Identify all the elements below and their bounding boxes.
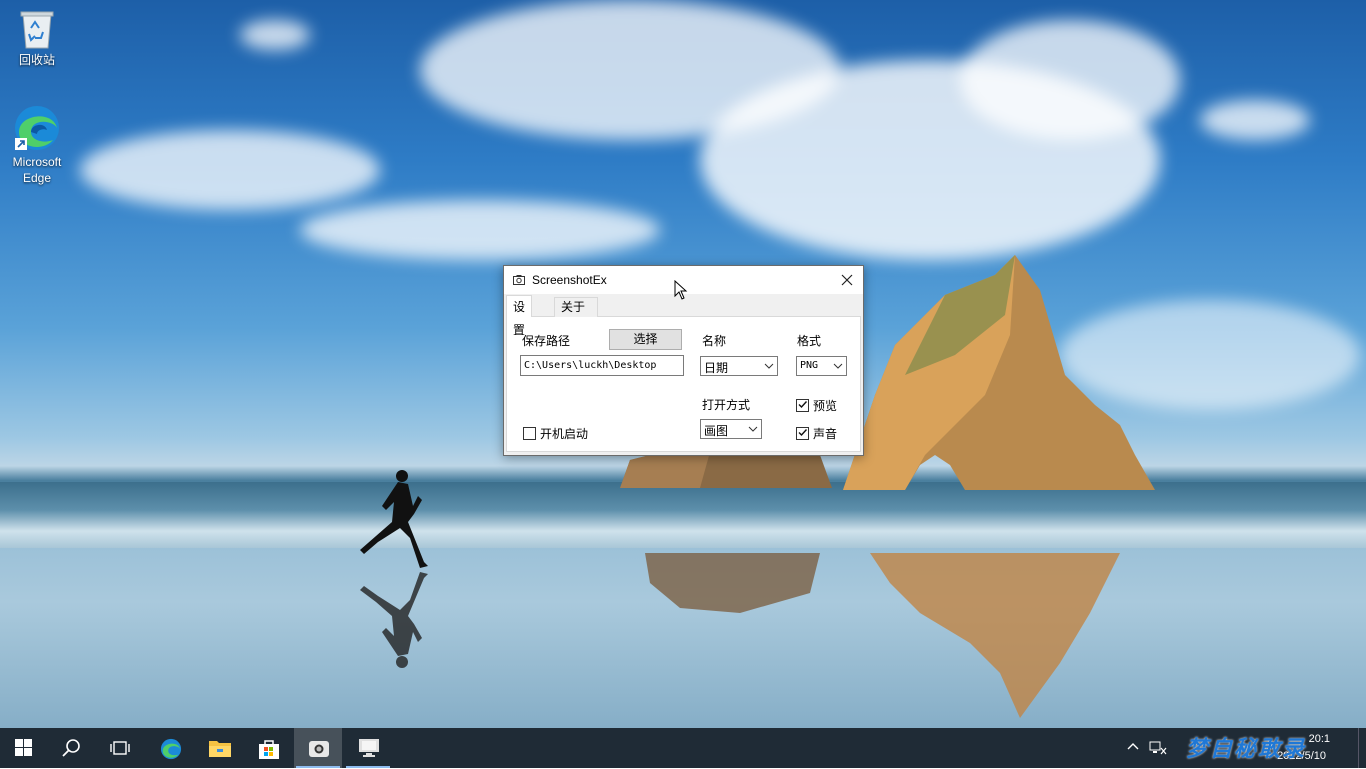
close-button[interactable]: [831, 266, 863, 294]
taskbar-screenshotex[interactable]: [294, 728, 342, 768]
checkmark-icon: [798, 429, 808, 437]
recycle-bin-label: 回收站: [18, 53, 55, 67]
runner-reflection: [360, 572, 428, 668]
taskbar-file-explorer[interactable]: [195, 728, 243, 768]
app-camera-icon: [513, 275, 525, 285]
edge-icon: [15, 106, 59, 150]
cloud: [80, 130, 380, 210]
search-button[interactable]: [48, 728, 96, 768]
close-icon: [841, 274, 853, 286]
format-select[interactable]: PNG: [796, 356, 847, 376]
open-with-select[interactable]: 画图: [700, 419, 762, 439]
settings-panel: 保存路径 选择 C:\Users\luckh\Desktop 名称 日期 格式 …: [506, 316, 861, 452]
taskbar-edge[interactable]: [146, 728, 194, 768]
cloud: [1200, 100, 1310, 140]
edge-shortcut[interactable]: Microsoft Edge: [2, 104, 72, 186]
tab-settings[interactable]: 设置: [506, 295, 533, 337]
start-button[interactable]: [0, 728, 48, 768]
save-path-field[interactable]: C:\Users\luckh\Desktop: [520, 355, 684, 376]
mouse-cursor-icon: [674, 280, 688, 300]
monitor-app-icon: [359, 739, 379, 757]
recycle-bin-shortcut[interactable]: 回收站: [2, 6, 72, 68]
save-path-label: 保存路径: [522, 334, 571, 348]
cloud: [300, 200, 660, 260]
chevron-down-icon: [748, 426, 758, 432]
sound-label: 声音: [813, 427, 838, 441]
name-select-value: 日期: [704, 361, 729, 375]
rock-arch-reflection: [870, 553, 1120, 718]
store-icon: [259, 740, 279, 759]
clock-time: 20:1: [1308, 733, 1330, 745]
name-label: 名称: [702, 334, 727, 348]
cloud: [960, 20, 1180, 140]
taskbar-monitor-app[interactable]: [344, 728, 392, 768]
choose-button[interactable]: 选择: [609, 329, 682, 350]
format-select-value: PNG: [800, 360, 819, 371]
checkbox-box: [523, 427, 536, 440]
watermark-logo: 梦自秘敢录: [1186, 736, 1307, 761]
search-icon: [62, 739, 80, 757]
chevron-down-icon: [833, 363, 843, 369]
runner-silhouette: [360, 470, 428, 568]
open-with-label: 打开方式: [702, 398, 751, 412]
cloud: [240, 20, 310, 50]
name-select[interactable]: 日期: [700, 356, 778, 376]
format-label: 格式: [797, 334, 822, 348]
chevron-down-icon: [764, 363, 774, 369]
taskbar: 20:1 2022/5/10: [0, 728, 1366, 768]
screenshotex-icon: [309, 741, 329, 757]
task-view-button[interactable]: [96, 728, 144, 768]
sea: [0, 482, 1366, 552]
edge-icon: [160, 738, 182, 760]
rock-arch: [843, 255, 1155, 490]
recycle-bin-icon: [20, 11, 54, 49]
open-with-select-value: 画图: [704, 424, 729, 438]
show-desktop-button[interactable]: [1358, 728, 1366, 768]
autostart-label: 开机启动: [540, 427, 589, 441]
show-hidden-icons-chevron-up-icon[interactable]: [1127, 741, 1139, 753]
taskbar-store[interactable]: [244, 728, 292, 768]
window-title: ScreenshotEx: [532, 273, 607, 287]
tab-about[interactable]: 关于: [554, 297, 598, 317]
checkmark-icon: [798, 401, 808, 409]
edge-label-line1: Microsoft: [12, 155, 62, 169]
start-icon: [15, 739, 32, 756]
file-explorer-icon: [209, 741, 231, 757]
task-view-icon: [110, 741, 130, 755]
rock-reflection: [645, 553, 820, 613]
network-icon[interactable]: [1149, 740, 1167, 756]
preview-label: 预览: [813, 399, 838, 413]
edge-label-line2: Edge: [22, 171, 52, 185]
